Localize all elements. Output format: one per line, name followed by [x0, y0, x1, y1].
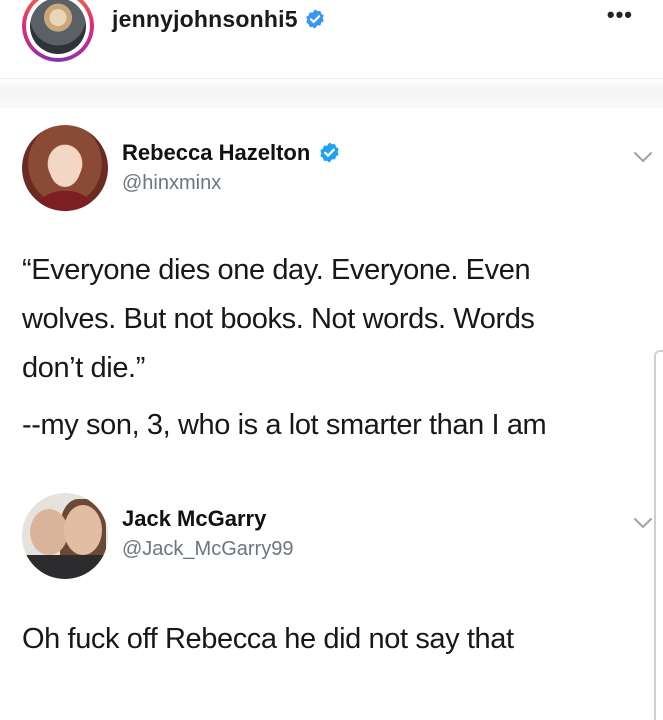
tweet-author-handle[interactable]: @hinxminx [122, 172, 221, 195]
tweet-text: “Everyone dies one day. Everyone. Even w… [22, 246, 657, 450]
tweet-text-line: wolves. But not books. Not words. Words [22, 303, 535, 335]
profile-picture [30, 0, 86, 54]
tweet-text-line: --my son, 3, who is a lot smarter than I… [22, 409, 547, 441]
scroll-edge [654, 350, 663, 720]
reply-author-handle[interactable]: @Jack_McGarry99 [122, 538, 293, 561]
more-dots-icon[interactable]: ••• [607, 4, 633, 26]
chevron-down-icon[interactable] [632, 516, 654, 530]
tweet-author-avatar[interactable] [22, 125, 108, 211]
verified-badge-icon [320, 142, 340, 163]
reply-author-name[interactable]: Jack McGarry [122, 506, 266, 532]
chevron-down-icon[interactable] [632, 150, 654, 164]
post-header: jennyjohnsonhi5 ••• [0, 0, 663, 72]
header-divider [0, 78, 663, 108]
tweet-text-line: “Everyone dies one day. Everyone. Even [22, 254, 531, 286]
reply-author-avatar[interactable] [22, 493, 108, 579]
reply-text: Oh fuck off Rebecca he did not say that [22, 615, 652, 664]
tweet-text-line: Oh fuck off Rebecca he did not say that [22, 623, 514, 655]
profile-avatar[interactable] [22, 0, 94, 62]
verified-badge-icon [306, 9, 324, 29]
post-username[interactable]: jennyjohnsonhi5 [112, 6, 326, 33]
tweet-author-name[interactable]: Rebecca Hazelton [122, 140, 341, 166]
tweet-text-line: don’t die.” [22, 352, 145, 384]
username-text[interactable]: jennyjohnsonhi5 [112, 6, 298, 32]
tweet-screenshot: Rebecca Hazelton @hinxminx “Everyone die… [0, 108, 663, 720]
